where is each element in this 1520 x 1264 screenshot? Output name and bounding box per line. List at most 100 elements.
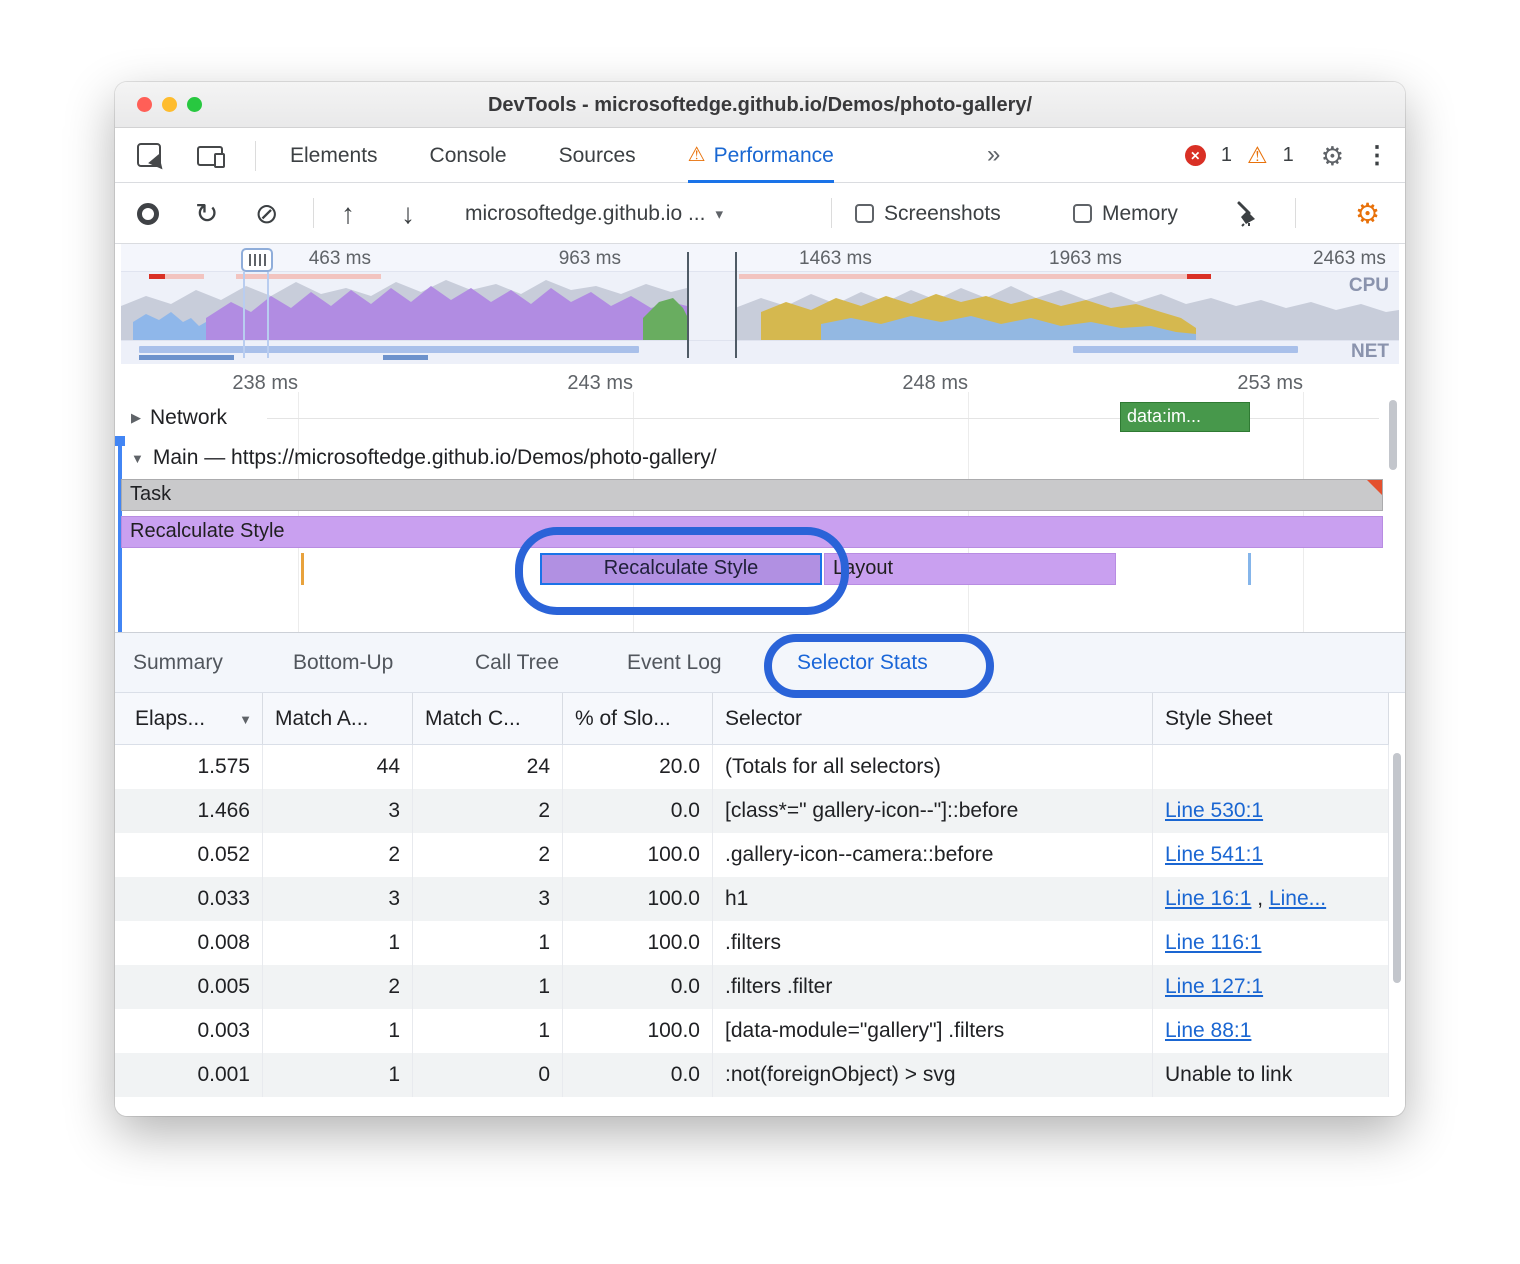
memory-checkbox[interactable]: Memory — [1073, 183, 1178, 244]
reload-and-record-button[interactable]: ↻ — [195, 183, 218, 244]
toolbar-divider — [313, 198, 314, 228]
table-row[interactable]: 0.03333100.0h1Line 16:1 , Line... — [115, 877, 1389, 921]
stylesheet-link[interactable]: Line 127:1 — [1165, 975, 1263, 998]
cell-pct_slow: 0.0 — [563, 1053, 713, 1097]
cell-match_attempts: 2 — [263, 965, 413, 1009]
scrollbar-thumb[interactable] — [1393, 753, 1401, 983]
cell-elapsed: 1.575 — [123, 745, 263, 789]
warning-icon: ⚠ — [688, 128, 706, 183]
settings-gear-icon[interactable]: ⚙ — [1321, 143, 1344, 169]
table-row[interactable]: 0.05222100.0.gallery-icon--camera::befor… — [115, 833, 1389, 877]
selected-recalculate-style-block[interactable]: Recalculate Style — [540, 553, 822, 585]
stylesheet-link[interactable]: Line... — [1269, 887, 1326, 910]
layout-block[interactable]: Layout — [824, 553, 1116, 585]
task-event-bar[interactable]: Task — [121, 479, 1383, 511]
warning-badge-icon[interactable]: ⚠ — [1247, 144, 1268, 167]
kebab-menu-icon[interactable]: ⋮ — [1365, 144, 1389, 168]
inspect-element-icon[interactable] — [137, 143, 161, 167]
column-header-label: Match A... — [275, 707, 368, 730]
memory-label[interactable]: Memory — [1102, 202, 1178, 226]
cell-elapsed: 0.005 — [123, 965, 263, 1009]
selector-stats-header: Elaps...▼ Match A... Match C...% of Slo...… — [115, 693, 1389, 745]
save-profile-button[interactable]: ↓ — [401, 183, 415, 244]
screenshots-label[interactable]: Screenshots — [884, 202, 1001, 226]
stylesheet-link[interactable]: Line 16:1 — [1165, 887, 1251, 910]
column-header-style-sheet[interactable]: Style Sheet — [1153, 693, 1389, 744]
tab-event-log[interactable]: Event Log — [627, 633, 722, 693]
chevron-right-icon: ▶ — [131, 410, 141, 426]
event-tick-orange[interactable] — [301, 553, 304, 585]
stylesheet-link[interactable]: Line 530:1 — [1165, 799, 1263, 822]
capture-settings-button[interactable]: ⚙ — [1355, 183, 1380, 244]
table-row[interactable]: 0.005210.0.filters .filterLine 127:1 — [115, 965, 1389, 1009]
cell-match_count: 2 — [413, 789, 563, 833]
tab-summary[interactable]: Summary — [133, 633, 223, 693]
cell-pct_slow: 100.0 — [563, 1009, 713, 1053]
event-tick-blue[interactable] — [1248, 553, 1251, 585]
error-x-icon: ✕ — [1190, 149, 1200, 163]
cell-selector: :not(foreignObject) > svg — [713, 1053, 1153, 1097]
table-row[interactable]: 0.001100.0:not(foreignObject) > svgUnabl… — [115, 1053, 1389, 1097]
flame-tick-label: 243 ms — [551, 372, 633, 395]
error-badge-icon[interactable]: ✕ — [1185, 145, 1206, 166]
collect-garbage-button[interactable] — [1233, 183, 1261, 244]
column-header-elaps[interactable]: Elaps...▼ — [123, 693, 263, 744]
stylesheet-link[interactable]: Line 541:1 — [1165, 843, 1263, 866]
gridline — [968, 392, 969, 632]
upload-icon: ↑ — [341, 200, 355, 228]
tab-selector-stats[interactable]: Selector Stats — [797, 633, 928, 693]
selection-drag-handle[interactable] — [241, 248, 273, 272]
tab-console[interactable]: Console — [430, 128, 507, 183]
column-header-selector[interactable]: Selector — [713, 693, 1153, 744]
table-scrollbar[interactable] — [1391, 695, 1403, 1105]
selection-edge-line[interactable] — [267, 272, 269, 358]
overview-cpu-chart[interactable] — [121, 272, 1399, 340]
tab-elements[interactable]: Elements — [290, 128, 378, 183]
table-row[interactable]: 1.466320.0[class*=" gallery-icon--"]::be… — [115, 789, 1389, 833]
load-profile-button[interactable]: ↑ — [341, 183, 355, 244]
column-header-match-c[interactable]: Match C... — [413, 693, 563, 744]
cell-selector: [data-module="gallery"] .filters — [713, 1009, 1153, 1053]
main-track-toggle[interactable]: ▼ Main — https://microsoftedge.github.io… — [131, 446, 717, 470]
network-request-block[interactable]: data:im... — [1120, 402, 1250, 432]
selection-edge-line[interactable] — [243, 272, 245, 358]
sort-desc-icon: ▼ — [239, 694, 252, 744]
cell-selector: .filters .filter — [713, 965, 1153, 1009]
flame-scrollbar[interactable] — [1387, 394, 1399, 624]
cell-match_attempts: 1 — [263, 1009, 413, 1053]
table-row[interactable]: 0.00811100.0.filtersLine 116:1 — [115, 921, 1389, 965]
timeline-tick-label: 1963 ms — [1049, 248, 1121, 270]
tab-performance[interactable]: ⚠Performance — [688, 128, 834, 183]
stylesheet-link[interactable]: Line 88:1 — [1165, 1019, 1251, 1042]
details-tabs: Summary Bottom-Up Call Tree Event Log Select… — [115, 633, 1405, 693]
tab-bottom-up[interactable]: Bottom-Up — [293, 633, 393, 693]
timeline-tick-label: 1463 ms — [799, 248, 871, 270]
column-header-of-slo[interactable]: % of Slo... — [563, 693, 713, 744]
cell-selector: .filters — [713, 921, 1153, 965]
recalculate-style-bar[interactable]: Recalculate Style — [121, 516, 1383, 548]
broom-icon — [1233, 200, 1261, 228]
column-header-match-a[interactable]: Match A... — [263, 693, 413, 744]
tab-call-tree[interactable]: Call Tree — [475, 633, 559, 693]
network-track-toggle[interactable]: ▶ Network — [131, 406, 227, 430]
cell-elapsed: 0.003 — [123, 1009, 263, 1053]
clear-button[interactable]: ⊘ — [255, 183, 278, 244]
cell-match_attempts: 2 — [263, 833, 413, 877]
record-button[interactable] — [137, 183, 159, 244]
timeline-tick-label: 463 ms — [299, 248, 371, 270]
table-row[interactable]: 0.00311100.0[data-module="gallery"] .fil… — [115, 1009, 1389, 1053]
scrollbar-thumb[interactable] — [1389, 400, 1397, 470]
titlebar: DevTools - microsoftedge.github.io/Demos… — [115, 82, 1405, 128]
history-dropdown[interactable]: microsoftedge.github.io ... ▾ — [465, 183, 825, 244]
more-tabs-button[interactable]: » — [987, 128, 1000, 183]
overview-ruler: 463 ms963 ms1463 ms1963 ms2463 ms — [121, 244, 1399, 272]
cell-pct_slow: 100.0 — [563, 833, 713, 877]
unlinkable-text: Unable to link — [1165, 1063, 1292, 1086]
screenshots-checkbox[interactable]: Screenshots — [855, 183, 1001, 244]
device-toolbar-icon[interactable] — [197, 146, 223, 166]
tab-sources[interactable]: Sources — [559, 128, 636, 183]
devtools-window: DevTools - microsoftedge.github.io/Demos… — [115, 82, 1405, 1116]
stylesheet-link[interactable]: Line 116:1 — [1165, 931, 1262, 954]
cell-elapsed: 0.008 — [123, 921, 263, 965]
table-row[interactable]: 1.575442420.0(Totals for all selectors) — [115, 745, 1389, 789]
